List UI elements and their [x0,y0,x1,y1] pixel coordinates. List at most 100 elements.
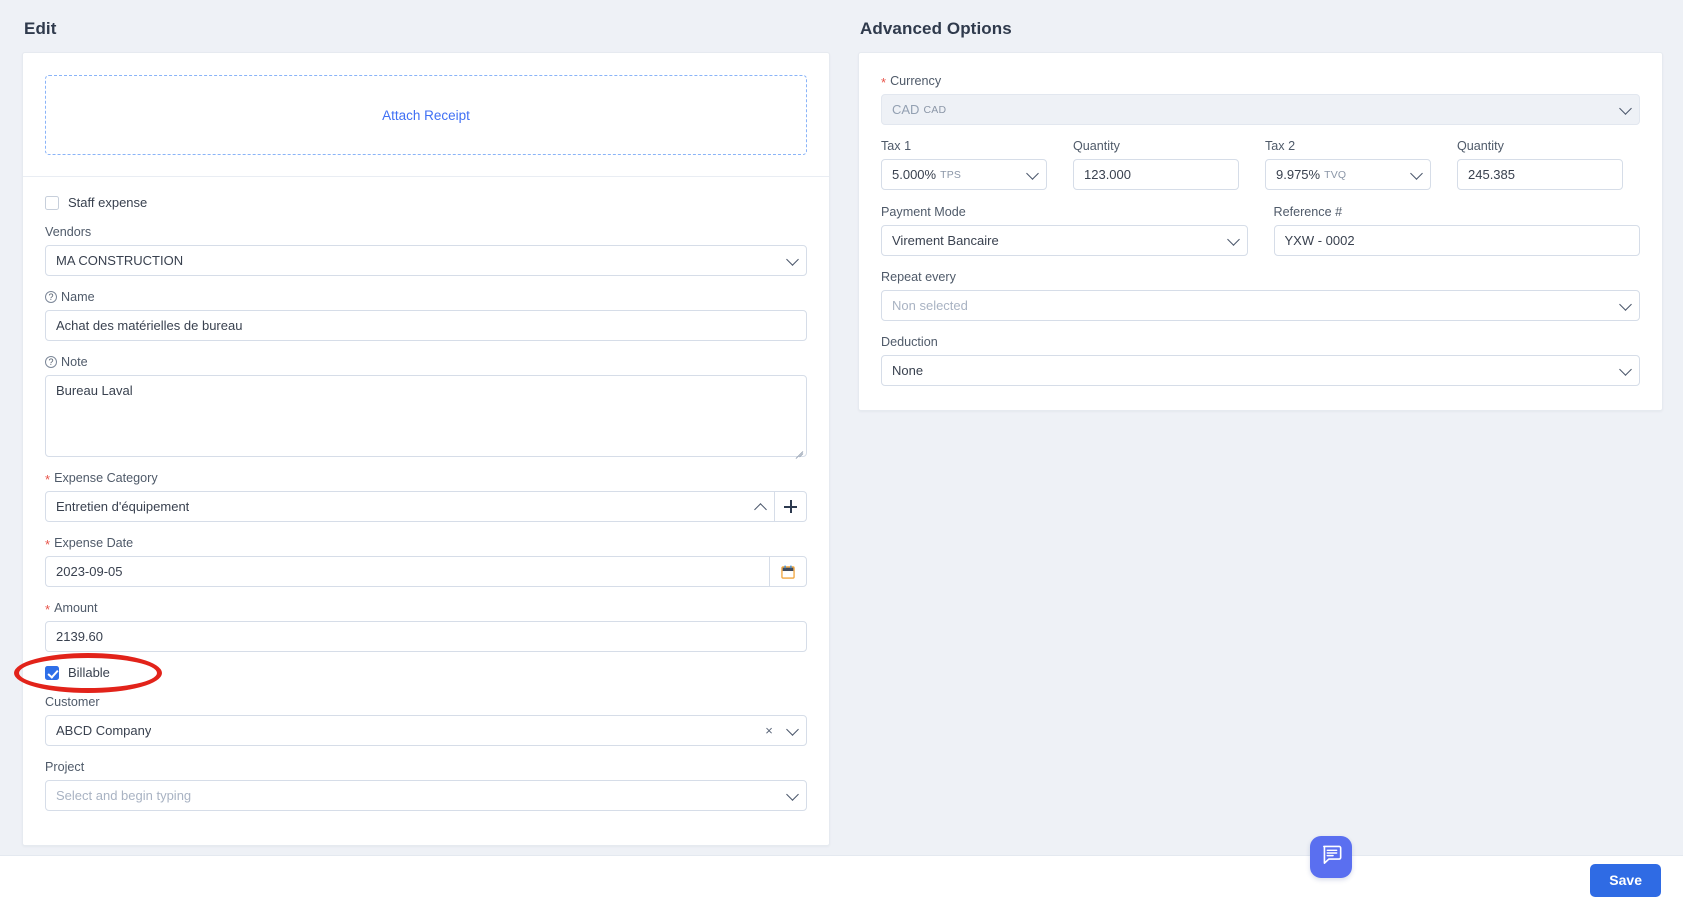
payment-mode-label: Payment Mode [881,204,1248,220]
reference-label-text: Reference # [1273,205,1343,219]
amount-input[interactable]: 2139.60 [45,621,807,652]
vendors-select[interactable]: MA CONSTRUCTION [45,245,807,276]
deduction-field: Deduction None [881,334,1640,386]
project-select[interactable]: Select and begin typing [45,780,807,811]
deduction-select[interactable]: None [881,355,1640,386]
quantity2-input[interactable]: 245.385 [1457,159,1623,190]
note-label: ? Note [45,354,807,370]
repeat-every-label-text: Repeat every [881,270,956,284]
repeat-every-placeholder: Non selected [892,298,968,313]
note-textarea[interactable]: Bureau Laval [45,375,807,457]
expense-category-group: Entretien d'équipement [45,491,807,522]
name-value: Achat des matérielles de bureau [56,318,243,333]
chevron-down-icon [1026,166,1039,180]
amount-label-text: Amount [54,601,98,615]
resize-handle-icon[interactable] [793,443,804,454]
payment-mode-label-text: Payment Mode [881,205,966,219]
customer-label: Customer [45,694,807,710]
amount-value: 2139.60 [56,629,103,644]
tax1-select[interactable]: 5.000% TPS [881,159,1047,190]
tax1-field: Tax 1 5.000% TPS [881,138,1047,190]
chat-bubble-icon [1321,844,1342,870]
expense-edit-screen: Edit Attach Receipt Staff expense Vendor… [0,0,1683,905]
quantity1-input[interactable]: 123.000 [1073,159,1239,190]
tax1-label: Tax 1 [881,138,1047,154]
name-label-text: Name [61,290,95,304]
reference-field: Reference # YXW - 0002 [1273,204,1641,256]
expense-category-label-text: Expense Category [54,471,158,485]
chevron-down-icon [1226,232,1240,246]
expense-category-select[interactable]: Entretien d'équipement [45,491,775,522]
billable-row[interactable]: Billable [45,665,807,680]
staff-expense-row[interactable]: Staff expense [45,195,807,210]
vendors-field: Vendors MA CONSTRUCTION [45,224,807,276]
reference-input[interactable]: YXW - 0002 [1273,225,1640,256]
expense-date-group: 2023-09-05 [45,556,807,587]
quantity2-label: Quantity [1457,138,1623,154]
tax2-label-text: Tax 2 [1265,139,1296,153]
project-field: Project Select and begin typing [45,759,807,811]
project-placeholder: Select and begin typing [56,788,192,803]
note-field: ? Note Bureau Laval [45,354,807,457]
date-picker-button[interactable] [769,556,807,587]
clear-icon[interactable]: × [762,723,776,738]
chevron-down-icon [786,787,799,801]
attach-receipt-dropzone[interactable]: Attach Receipt [45,75,807,155]
reference-label: Reference # [1274,204,1641,220]
currency-suffix: CAD [923,103,947,116]
deduction-value: None [892,363,924,378]
payment-mode-field: Payment Mode Virement Bancaire [881,204,1248,256]
add-expense-category-button[interactable] [775,491,807,522]
footer-bar: Save [0,836,1683,905]
payment-mode-select[interactable]: Virement Bancaire [881,225,1248,256]
expense-date-value: 2023-09-05 [56,564,123,579]
chevron-down-icon [786,252,799,266]
billable-label[interactable]: Billable [68,665,110,680]
expense-category-label: * Expense Category [45,470,807,486]
required-marker: * [45,472,51,487]
quantity2-label-text: Quantity [1457,139,1504,153]
help-icon[interactable]: ? [45,356,57,368]
expense-date-field: * Expense Date 2023-09-05 [45,535,807,587]
calendar-icon [781,565,795,579]
payment-mode-value: Virement Bancaire [892,233,999,248]
tax1-suffix: TPS [940,168,962,181]
edit-panel: Edit Attach Receipt Staff expense Vendor… [22,0,830,846]
name-input[interactable]: Achat des matérielles de bureau [45,310,807,341]
staff-expense-label[interactable]: Staff expense [68,195,147,210]
vendors-label-text: Vendors [45,225,92,239]
deduction-label: Deduction [881,334,1640,350]
currency-select: CAD CAD [881,94,1640,125]
edit-form: Staff expense Vendors MA CONSTRUCTION ? [23,177,829,845]
customer-label-text: Customer [45,695,100,709]
vendors-value: MA CONSTRUCTION [56,253,184,268]
expense-category-field: * Expense Category Entretien d'équipemen… [45,470,807,522]
staff-expense-checkbox[interactable] [45,195,59,210]
expense-category-value: Entretien d'équipement [56,499,190,514]
quantity2-field: Quantity 245.385 [1457,138,1623,190]
repeat-every-select[interactable]: Non selected [881,290,1640,321]
note-value: Bureau Laval [56,383,133,398]
currency-value: CAD [892,102,920,117]
repeat-every-field: Repeat every Non selected [881,269,1640,321]
required-marker: * [45,602,51,617]
note-label-text: Note [61,355,88,369]
project-label-text: Project [45,760,85,774]
expense-date-input[interactable]: 2023-09-05 [45,556,769,587]
expense-date-label-text: Expense Date [54,536,134,550]
customer-select[interactable]: ABCD Company × [45,715,807,746]
tax1-label-text: Tax 1 [881,139,912,153]
repeat-every-label: Repeat every [881,269,1640,285]
tax2-select[interactable]: 9.975% TVQ [1265,159,1431,190]
quantity1-label-text: Quantity [1073,139,1120,153]
tax1-value: 5.000% [892,167,937,182]
save-button[interactable]: Save [1590,864,1661,897]
quantity1-label: Quantity [1073,138,1239,154]
billable-checkbox[interactable] [45,665,59,680]
customer-value: ABCD Company [56,723,152,738]
chevron-down-icon [1619,297,1632,311]
name-label: ? Name [45,289,807,305]
chat-button[interactable] [1310,836,1352,878]
chevron-up-icon [754,502,767,516]
help-icon[interactable]: ? [45,291,57,303]
